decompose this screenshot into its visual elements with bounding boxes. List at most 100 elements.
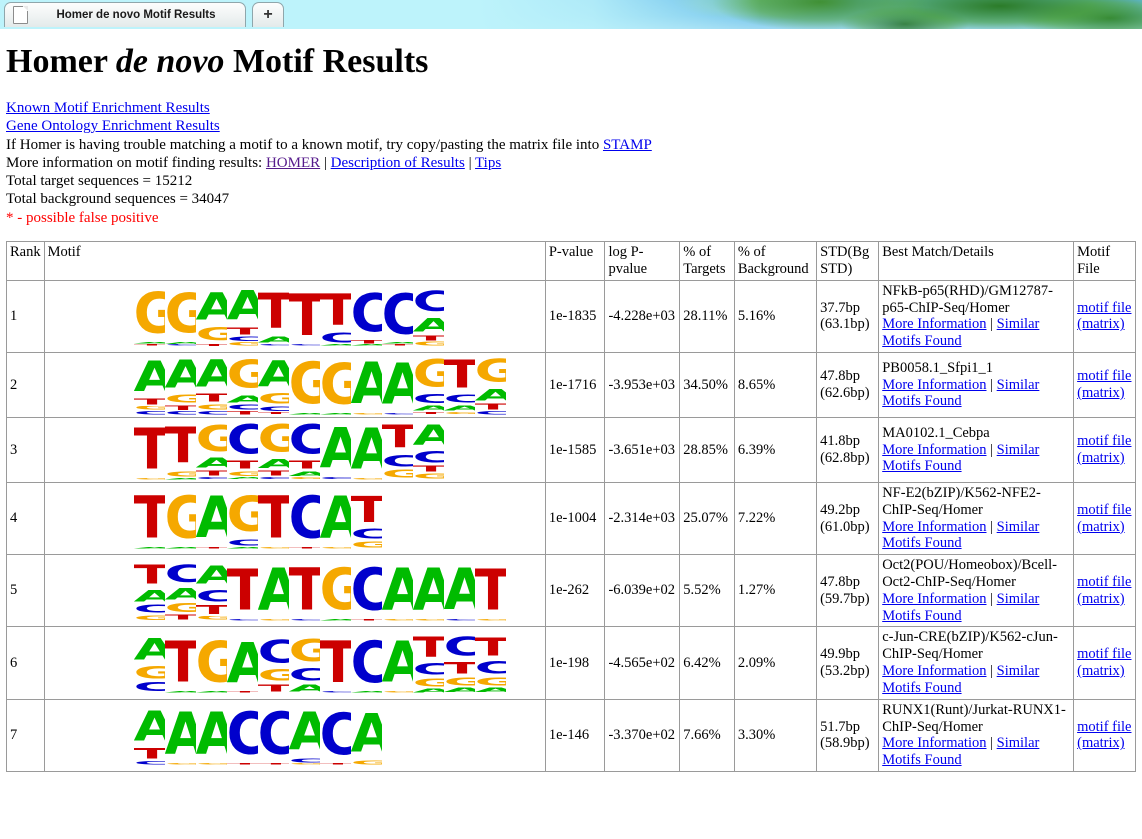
logo-letter-a: A (413, 315, 444, 334)
tab-bar: Homer de novo Motif Results + (0, 0, 760, 29)
cell-motif-file: motif file (matrix) (1073, 554, 1136, 628)
best-match-links: More Information | Similar Motifs Found (882, 519, 1070, 553)
cell-motif-file: motif file (matrix) (1073, 416, 1136, 483)
cell-log-pvalue: -2.314e+03 (604, 481, 681, 556)
cell-best-match: RUNX1(Runt)/Jurkat-RUNX1-ChIP-Seq/Homer M… (878, 698, 1075, 772)
sequence-logo: ATCAGAGCTCTACGCTAG (134, 705, 542, 765)
logo-position: TA (134, 489, 165, 549)
logo-letter-c: C (475, 659, 506, 676)
motif-file-link[interactable]: motif file (matrix) (1077, 574, 1131, 607)
motif-file-link[interactable]: motif file (matrix) (1077, 502, 1131, 535)
more-information-link[interactable]: More Information (882, 663, 986, 679)
more-information-link[interactable]: More Information (882, 442, 986, 458)
logo-letter-c: C (258, 344, 289, 346)
logo-letter-a: A (227, 286, 258, 326)
logo-letter-a: A (351, 707, 382, 760)
motif-file-link[interactable]: motif file (matrix) (1077, 300, 1131, 333)
description-of-results-link[interactable]: Description of Results (331, 155, 465, 171)
cell-std: 41.8bp (62.8bp) (816, 416, 880, 483)
gene-ontology-link[interactable]: Gene Ontology Enrichment Results (6, 118, 220, 134)
cell-pct-targets: 34.50% (679, 351, 735, 418)
motif-file-link[interactable]: motif file (matrix) (1077, 368, 1131, 401)
logo-position: AGC (134, 633, 165, 693)
logo-letter-c: C (413, 287, 444, 315)
homer-link[interactable]: HOMER (266, 155, 320, 171)
logo-letter-g: G (289, 477, 320, 480)
cell-motif: ATCAGAGCTCTACGCTAG (43, 698, 546, 772)
best-match-name: MA0102.1_Cebpa (882, 424, 990, 441)
motif-file-link[interactable]: motif file (matrix) (1077, 433, 1131, 466)
logo-position: ACTG (413, 420, 444, 480)
logo-letter-a: A (165, 705, 196, 763)
cell-pct-background: 5.16% (733, 279, 818, 353)
logo-letter-t: T (258, 683, 289, 693)
stamp-link[interactable]: STAMP (603, 137, 652, 153)
logo-letter-g: G (382, 619, 413, 621)
logo-position: GA (196, 633, 227, 693)
link-sep-1: | (320, 154, 331, 171)
header-motif-file: Motif File (1073, 241, 1136, 281)
logo-letter-a: A (134, 588, 165, 604)
more-information-link[interactable]: More Information (882, 316, 986, 332)
logo-letter-a: A (165, 691, 196, 693)
logo-position: GA (289, 355, 320, 415)
logo-letter-a: A (320, 413, 351, 415)
logo-letter-a: A (475, 387, 506, 403)
logo-letter-c: C (227, 619, 258, 621)
table-row: 4TAGAATGCATGCTAGTCG1e-1004-2.314e+0325.0… (6, 481, 1136, 556)
logo-letter-t: T (258, 489, 289, 547)
link-separator: | (986, 663, 997, 680)
logo-letter-g: G (227, 356, 258, 394)
more-information-link[interactable]: More Information (882, 519, 986, 535)
logo-letter-g: G (351, 413, 382, 415)
logo-letter-g: G (196, 616, 227, 621)
logo-letter-t: T (134, 422, 165, 478)
logo-position: CT (258, 705, 289, 765)
logo-letter-c: C (165, 411, 196, 415)
table-row: 7ATCAGAGCTCTACGCTAG1e-146-3.370e+027.66%… (6, 698, 1136, 772)
more-information-link[interactable]: More Information (882, 591, 986, 607)
logo-letter-t: T (165, 635, 196, 691)
more-info-line: More information on motif finding result… (6, 154, 1136, 172)
cell-pct-background: 8.65% (733, 351, 818, 418)
more-information-link[interactable]: More Information (882, 377, 986, 393)
motif-file-link[interactable]: motif file (matrix) (1077, 646, 1131, 679)
table-header-row: Rank Motif P-value log P-pvalue % of Tar… (6, 241, 1136, 281)
cell-pvalue: 1e-1716 (544, 351, 606, 418)
logo-letter-t: T (196, 393, 227, 404)
logo-letter-g: G (134, 478, 165, 480)
logo-letter-a: A (289, 706, 320, 758)
logo-position: TC (289, 561, 320, 621)
cell-pct-background: 7.22% (733, 481, 818, 556)
cell-pct-targets: 6.42% (679, 626, 735, 700)
logo-letter-a: A (382, 561, 413, 619)
logo-letter-t: T (134, 489, 165, 547)
more-information-link[interactable]: More Information (882, 735, 986, 751)
table-row: 1GATGACAGTATCGTACTCTCACTACATCATG1e-1835-… (6, 279, 1136, 353)
logo-letter-c: C (227, 404, 258, 411)
logo-letter-g: G (227, 342, 258, 346)
logo-letter-a: A (320, 619, 351, 621)
cell-motif-file: motif file (matrix) (1073, 481, 1136, 556)
logo-letter-g: G (196, 421, 227, 457)
cell-motif: GATGACAGTATCGTACTCTCACTACATCATG (43, 279, 546, 353)
new-tab-button[interactable]: + (252, 2, 284, 27)
best-match-links: More Information | Similar Motifs Found (882, 591, 1070, 625)
logo-letter-t: T (320, 763, 351, 765)
motif-file-link[interactable]: motif file (matrix) (1077, 719, 1131, 752)
tips-link[interactable]: Tips (475, 155, 501, 171)
logo-position: GAT (134, 286, 165, 346)
logo-letter-c: C (413, 393, 444, 405)
cell-pct-targets: 5.52% (679, 554, 735, 628)
tab-homer-results[interactable]: Homer de novo Motif Results (4, 2, 246, 27)
logo-position: AG (382, 633, 413, 693)
logo-position: CGT (258, 633, 289, 693)
logo-letter-g: G (165, 602, 196, 614)
logo-letter-c: C (289, 489, 320, 547)
tab-title: Homer de novo Motif Results (56, 9, 216, 21)
false-positive-note: * - possible false positive (6, 209, 159, 226)
cell-motif: ATGCAGTCATGCGACTAGCTGAGAAGACGCATTCAGGATC (43, 351, 546, 418)
cell-motif: AGCTAGAATCGTGCATCCAAGTCGACTGATCGA (43, 626, 546, 700)
known-motif-enrichment-link[interactable]: Known Motif Enrichment Results (6, 100, 210, 116)
cell-rank: 6 (6, 626, 45, 700)
